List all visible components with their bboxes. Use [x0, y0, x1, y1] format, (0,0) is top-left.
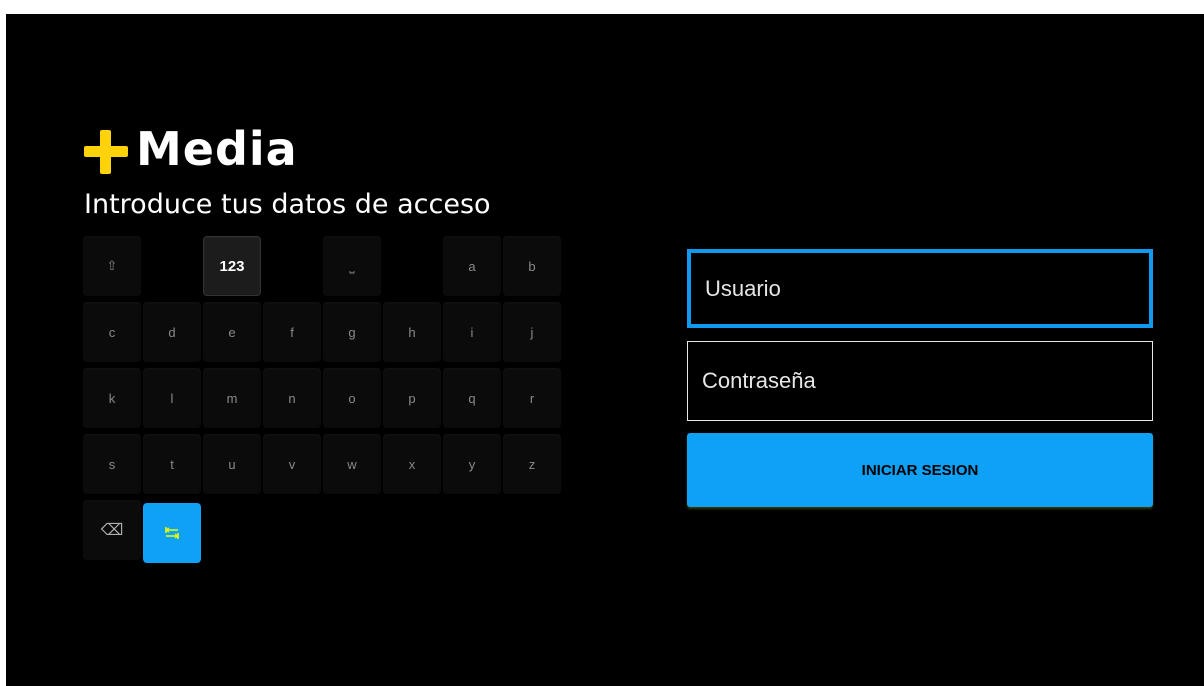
key-n[interactable]: n [263, 368, 321, 428]
blank-key [383, 236, 441, 296]
blank-key [263, 236, 321, 296]
username-field[interactable]: Usuario [687, 249, 1153, 328]
key-w[interactable]: w [323, 434, 381, 494]
key-h[interactable]: h [383, 302, 441, 362]
key-x[interactable]: x [383, 434, 441, 494]
page-subtitle: Introduce tus datos de acceso [84, 189, 491, 220]
key-y[interactable]: y [443, 434, 501, 494]
password-placeholder: Contraseña [702, 368, 816, 393]
key-e[interactable]: e [203, 302, 261, 362]
brand-name: Media [136, 122, 298, 176]
key-c[interactable]: c [83, 302, 141, 362]
brand-logo: Media [84, 114, 298, 184]
key-b[interactable]: b [503, 236, 561, 296]
space-key[interactable]: ⎵ [323, 236, 381, 296]
key-z[interactable]: z [503, 434, 561, 494]
key-a[interactable]: a [443, 236, 501, 296]
tab-key[interactable] [143, 503, 201, 563]
plus-icon [84, 130, 128, 174]
key-o[interactable]: o [323, 368, 381, 428]
key-q[interactable]: q [443, 368, 501, 428]
login-button-label: INICIAR SESION [861, 461, 979, 479]
backspace-icon: ⌫ [100, 522, 124, 539]
key-m[interactable]: m [203, 368, 261, 428]
key-p[interactable]: p [383, 368, 441, 428]
blank-key [143, 236, 201, 296]
username-placeholder: Usuario [705, 275, 781, 301]
key-j[interactable]: j [503, 302, 561, 362]
shift-key[interactable]: ⇧ [83, 236, 141, 296]
key-s[interactable]: s [83, 434, 141, 494]
key-v[interactable]: v [263, 434, 321, 494]
backspace-key[interactable]: ⌫ [83, 500, 141, 560]
key-i[interactable]: i [443, 302, 501, 362]
numbers-key[interactable]: 123 [203, 236, 261, 296]
key-d[interactable]: d [143, 302, 201, 362]
login-button[interactable]: INICIAR SESION [687, 433, 1153, 507]
key-t[interactable]: t [143, 434, 201, 494]
key-f[interactable]: f [263, 302, 321, 362]
key-u[interactable]: u [203, 434, 261, 494]
key-k[interactable]: k [83, 368, 141, 428]
tab-icon [164, 527, 180, 539]
password-field[interactable]: Contraseña [687, 341, 1153, 421]
key-r[interactable]: r [503, 368, 561, 428]
key-l[interactable]: l [143, 368, 201, 428]
key-g[interactable]: g [323, 302, 381, 362]
app-screen: Media Introduce tus datos de acceso ⇧ 12… [6, 14, 1204, 686]
